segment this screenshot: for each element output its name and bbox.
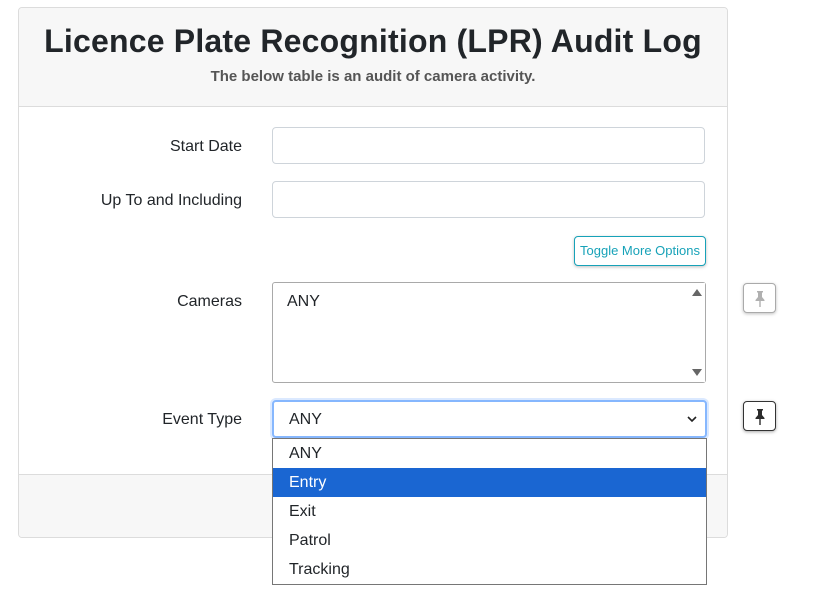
cameras-selected-option[interactable]: ANY [287,293,320,311]
scroll-down-arrow-icon[interactable] [692,369,702,376]
pin-icon [755,409,764,425]
event-type-pin-button[interactable] [743,401,776,431]
end-date-input[interactable] [272,181,705,218]
page-title: Licence Plate Recognition (LPR) Audit Lo… [44,23,702,59]
cameras-pin-button[interactable] [743,283,776,313]
event-type-value: ANY [289,411,322,428]
toggle-more-options-button[interactable]: Toggle More Options [574,236,706,266]
cameras-scrollbar[interactable] [688,283,705,382]
event-type-label: Event Type [162,411,242,428]
start-date-label: Start Date [169,138,242,155]
event-type-option[interactable]: Exit [273,497,706,526]
scroll-up-arrow-icon[interactable] [692,289,702,296]
card-header: Licence Plate Recognition (LPR) Audit Lo… [19,8,727,107]
event-type-option[interactable]: Patrol [273,526,706,555]
event-type-option[interactable]: ANY [273,439,706,468]
event-type-option-highlighted[interactable]: Entry [273,468,706,497]
page-subtitle: The below table is an audit of camera ac… [210,68,536,85]
cameras-listbox[interactable]: ANY [272,282,706,383]
end-date-label: Up To and Including [100,192,242,209]
event-type-select[interactable]: ANY [272,400,707,438]
chevron-down-icon [687,409,697,432]
start-date-input[interactable] [272,127,705,164]
event-type-dropdown: ANY Entry Exit Patrol Tracking [272,438,707,585]
cameras-label: Cameras [177,293,242,310]
event-type-option[interactable]: Tracking [273,555,706,584]
pin-icon [755,291,764,307]
